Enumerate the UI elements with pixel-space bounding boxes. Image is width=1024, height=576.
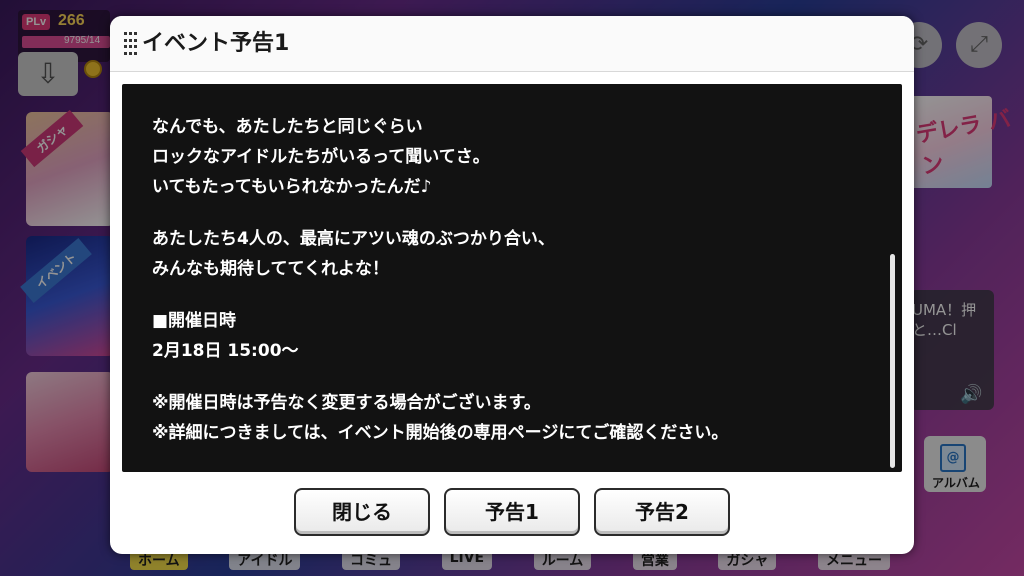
grip-icon bbox=[124, 32, 138, 56]
notice-line: ■開催日時 bbox=[152, 311, 237, 331]
notice-spacer bbox=[152, 202, 872, 224]
dialog-header: イベント予告1 bbox=[110, 16, 914, 72]
notice2-button[interactable]: 予告2 bbox=[594, 488, 730, 536]
notice-line: ※詳細につきましては、イベント開始後の専用ページにてご確認ください。 bbox=[152, 423, 729, 443]
notice-line: 2月18日 15:00〜 bbox=[152, 341, 299, 361]
scrollbar[interactable] bbox=[890, 254, 895, 468]
notice-spacer bbox=[152, 366, 872, 388]
notice-line: なんでも、あたしたちと同じぐらい bbox=[152, 117, 423, 137]
dialog-title: イベント予告1 bbox=[142, 31, 290, 56]
notice-spacer bbox=[152, 284, 872, 306]
notice-line: あたしたち4人の、最高にアツい魂のぶつかり合い、 bbox=[152, 229, 555, 249]
dialog-body[interactable]: なんでも、あたしたちと同じぐらい ロックなアイドルたちがいるって聞いてさ。 いて… bbox=[122, 84, 902, 472]
notice-line: ※開催日時は予告なく変更する場合がございます。 bbox=[152, 393, 541, 413]
event-notice-dialog: イベント予告1 なんでも、あたしたちと同じぐらい ロックなアイドルたちがいるって… bbox=[110, 16, 914, 554]
close-button[interactable]: 閉じる bbox=[294, 488, 430, 536]
notice1-button[interactable]: 予告1 bbox=[444, 488, 580, 536]
notice-text: なんでも、あたしたちと同じぐらい ロックなアイドルたちがいるって聞いてさ。 いて… bbox=[152, 112, 872, 448]
notice-line: みんなも期待しててくれよな！ bbox=[152, 259, 389, 279]
notice-line: ロックなアイドルたちがいるって聞いてさ。 bbox=[152, 147, 490, 167]
notice-line: いてもたってもいられなかったんだ♪ bbox=[152, 177, 432, 197]
